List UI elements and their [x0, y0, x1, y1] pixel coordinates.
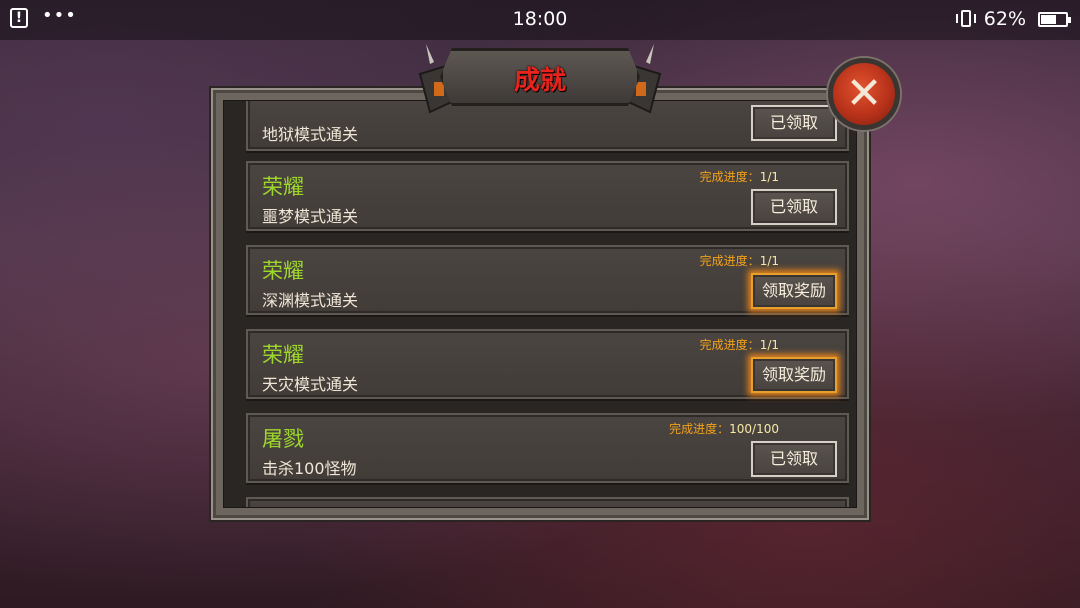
dialog-title: 成就 [513, 66, 566, 96]
achievement-list[interactable]: 地狱模式通关 已领取 荣耀 完成进度：1/1 噩梦模式通关 已领取 荣耀 完成进… [223, 100, 857, 508]
achievement-name: 荣耀 [262, 343, 304, 367]
progress-value: 1/1 [759, 254, 779, 268]
achievement-name: 荣耀 [262, 175, 304, 199]
claimed-button[interactable]: 已领取 [751, 189, 837, 225]
achievement-progress: 完成进度：100/100 [669, 420, 779, 437]
progress-value: 1/1 [759, 338, 779, 352]
achievement-row: 地狱模式通关 已领取 [246, 101, 849, 151]
close-button[interactable]: ✕ [828, 58, 900, 130]
achievement-row: 屠戮 完成进度：100/100 击杀100怪物 已领取 [246, 413, 849, 483]
progress-label: 完成进度： [669, 422, 730, 436]
achievement-description: 噩梦模式通关 [262, 207, 359, 226]
progress-label: 完成进度： [699, 254, 760, 268]
status-time: 18:00 [512, 8, 568, 30]
vibrate-icon [955, 8, 976, 30]
achievement-row-partial [246, 497, 849, 507]
battery-fill [1041, 14, 1056, 24]
status-right: 62% [955, 8, 1071, 30]
progress-label: 完成进度： [699, 338, 760, 352]
status-bar: ! ••• 18:00 62% [0, 0, 1080, 40]
battery-icon [1038, 11, 1071, 27]
achievement-progress: 完成进度：1/1 [700, 336, 779, 353]
achievement-progress: 完成进度：1/1 [700, 252, 779, 269]
achievement-progress: 完成进度：1/1 [700, 168, 779, 185]
achievement-row: 荣耀 完成进度：1/1 噩梦模式通关 已领取 [246, 161, 849, 231]
claimed-button[interactable]: 已领取 [751, 441, 837, 477]
claimed-button[interactable]: 已领取 [751, 105, 837, 141]
achievement-description: 深渊模式通关 [262, 291, 359, 310]
achievement-description: 地狱模式通关 [262, 125, 359, 144]
progress-value: 100/100 [729, 422, 779, 436]
achievement-name: 荣耀 [262, 259, 304, 283]
achievement-row: 荣耀 完成进度：1/1 深渊模式通关 领取奖励 [246, 245, 849, 315]
claim-reward-button[interactable]: 领取奖励 [751, 357, 837, 393]
battery-percent: 62% [983, 8, 1026, 30]
progress-value: 1/1 [759, 170, 779, 184]
claim-reward-button[interactable]: 领取奖励 [751, 273, 837, 309]
achievement-name: 屠戮 [262, 427, 304, 451]
progress-label: 完成进度： [699, 170, 760, 184]
achievement-description: 击杀100怪物 [262, 459, 357, 478]
close-x-icon: ✕ [845, 68, 883, 119]
achievement-dialog: 地狱模式通关 已领取 荣耀 完成进度：1/1 噩梦模式通关 已领取 荣耀 完成进… [211, 88, 869, 520]
achievement-row: 荣耀 完成进度：1/1 天灾模式通关 领取奖励 [246, 329, 849, 399]
achievement-description: 天灾模式通关 [262, 375, 359, 394]
